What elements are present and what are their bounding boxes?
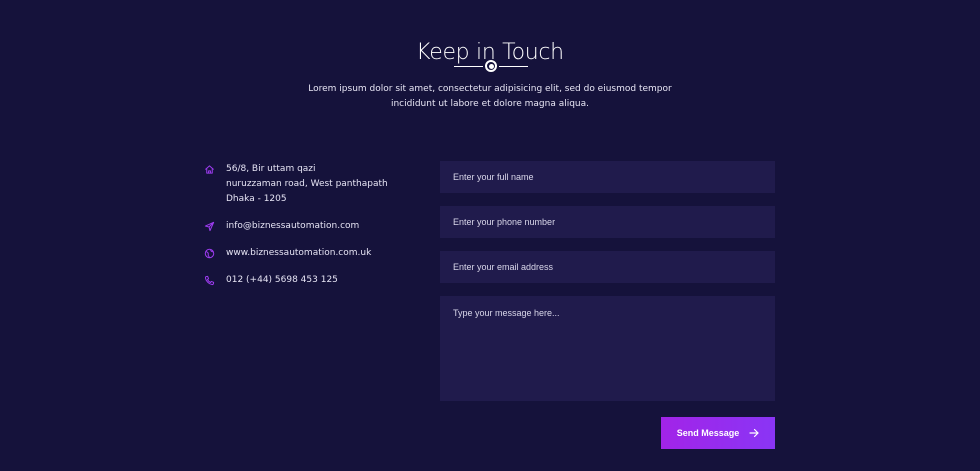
contact-email: info@biznessautomation.com bbox=[204, 219, 424, 234]
email-address-input[interactable] bbox=[440, 251, 775, 283]
address-line-3: Dhaka - 1205 bbox=[226, 194, 287, 204]
home-icon bbox=[204, 164, 215, 175]
divider-line-right bbox=[499, 65, 528, 67]
send-message-label: Send Message bbox=[676, 428, 740, 438]
phone-link[interactable]: 012 (+44) 5698 453 125 bbox=[226, 273, 424, 288]
contact-form bbox=[440, 161, 775, 418]
divider-line-left bbox=[454, 65, 483, 67]
message-textarea[interactable] bbox=[440, 296, 775, 401]
contact-phone: 012 (+44) 5698 453 125 bbox=[204, 273, 424, 288]
phone-icon bbox=[204, 275, 215, 286]
section-subtitle: Lorem ipsum dolor sit amet, consectetur … bbox=[308, 84, 672, 109]
contact-address: 56/8, Bir uttam qazi nuruzzaman road, We… bbox=[204, 162, 424, 207]
title-divider bbox=[454, 59, 528, 73]
website-link[interactable]: www.biznessautomation.com.uk bbox=[226, 246, 424, 261]
address-line-1: 56/8, Bir uttam qazi bbox=[226, 164, 316, 174]
email-link[interactable]: info@biznessautomation.com bbox=[226, 219, 424, 234]
full-name-input[interactable] bbox=[440, 161, 775, 193]
send-message-button[interactable]: Send Message bbox=[661, 417, 775, 449]
contact-info: 56/8, Bir uttam qazi nuruzzaman road, We… bbox=[204, 162, 424, 300]
globe-icon bbox=[204, 248, 215, 259]
contact-website: www.biznessautomation.com.uk bbox=[204, 246, 424, 261]
send-icon bbox=[204, 221, 215, 232]
arrow-right-icon bbox=[749, 428, 759, 438]
phone-number-input[interactable] bbox=[440, 206, 775, 238]
divider-dot bbox=[485, 60, 497, 72]
address-line-2: nuruzzaman road, West panthapath bbox=[226, 179, 388, 189]
